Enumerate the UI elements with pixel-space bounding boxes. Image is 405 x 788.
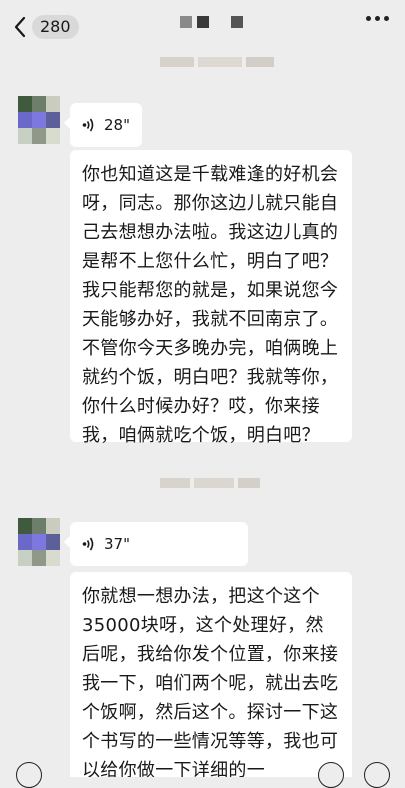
chevron-left-icon <box>14 16 26 38</box>
avatar[interactable] <box>18 96 60 144</box>
unread-count-badge: 280 <box>32 15 79 39</box>
voice-duration: 28" <box>104 116 130 134</box>
voice-message-bubble[interactable]: 28" <box>64 103 142 147</box>
avatar[interactable] <box>18 518 60 566</box>
voice-duration: 37" <box>104 535 130 553</box>
back-button[interactable]: 280 <box>14 12 79 42</box>
timestamp-redacted <box>160 478 260 488</box>
plus-icon[interactable] <box>364 762 390 788</box>
chat-title-redacted <box>180 16 243 28</box>
voice-wave-icon <box>82 537 94 551</box>
more-dots-icon[interactable] <box>366 16 389 21</box>
voice-transcript: 你就想一想办法，把这个这个35000块呀，这个处理好，然后呢，我给你发个位置，你… <box>70 572 352 777</box>
voice-message-bubble[interactable]: 37" <box>64 522 248 566</box>
emoji-icon[interactable] <box>318 762 344 788</box>
voice-transcript: 你也知道这是千载难逢的好机会呀，同志。那你这边儿就只能自己去想想办法啦。我这边儿… <box>70 150 352 446</box>
voice-wave-icon <box>82 118 94 132</box>
chat-header: 280 <box>0 0 405 54</box>
voice-input-icon[interactable] <box>16 762 42 788</box>
timestamp-redacted <box>160 57 274 67</box>
